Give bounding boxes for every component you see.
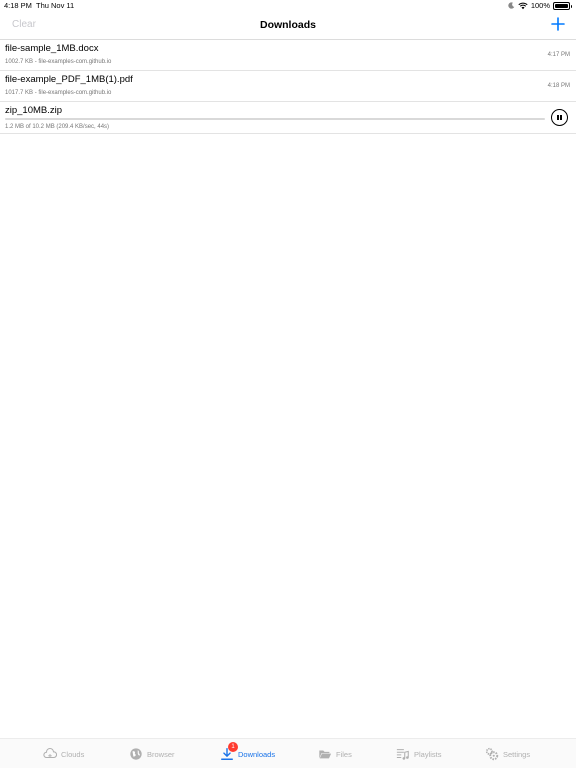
status-indicators: 100%: [508, 1, 572, 10]
tab-downloads[interactable]: 1 Downloads: [220, 742, 276, 761]
downloads-badge: 1: [228, 742, 238, 752]
tab-label: Playlists: [414, 749, 442, 759]
downloads-list: file-sample_1MB.docx 1002.7 KB - file-ex…: [0, 40, 576, 134]
status-bar: 4:18 PM Thu Nov 11 100%: [0, 0, 576, 12]
battery-icon: [553, 1, 572, 10]
downloads-screen: 4:18 PM Thu Nov 11 100% Clear Downloads …: [0, 0, 576, 768]
navigation-bar: Clear Downloads: [0, 12, 576, 40]
tab-bar: Clouds Browser 1 Downloads Files Playlis…: [0, 738, 576, 768]
download-time: 4:18 PM: [547, 83, 570, 89]
download-row-1[interactable]: file-example_PDF_1MB(1).pdf 1017.7 KB - …: [0, 71, 576, 102]
tab-label: Settings: [503, 749, 531, 759]
tab-label: Files: [336, 749, 352, 759]
download-detail: 1.2 MB of 10.2 MB (209.4 KB/sec, 44s): [5, 124, 110, 130]
cloud-icon: [43, 748, 57, 759]
download-progress-bar: [5, 118, 545, 120]
download-name: file-sample_1MB.docx: [5, 43, 99, 54]
moon-icon: [508, 2, 515, 9]
download-icon: 1: [220, 742, 238, 761]
tab-label: Clouds: [61, 749, 85, 759]
tab-label: Downloads: [238, 749, 276, 759]
pause-icon[interactable]: [551, 109, 568, 126]
page-title: Downloads: [259, 19, 316, 31]
tab-settings[interactable]: Settings: [485, 747, 530, 761]
tab-browser[interactable]: Browser: [129, 747, 175, 761]
tab-playlists[interactable]: Playlists: [396, 747, 442, 761]
status-time: 4:18 PM: [4, 1, 32, 10]
download-detail: 1002.7 KB - file-examples-com.github.io: [5, 59, 112, 65]
battery-percent: 100%: [530, 1, 550, 10]
download-time: 4:17 PM: [547, 52, 570, 58]
download-name: zip_10MB.zip: [5, 105, 63, 116]
download-row-0[interactable]: file-sample_1MB.docx 1002.7 KB - file-ex…: [0, 40, 576, 71]
folder-icon: [319, 750, 332, 759]
download-name: file-example_PDF_1MB(1).pdf: [5, 74, 133, 85]
plus-icon[interactable]: [550, 16, 566, 32]
wifi-icon: [518, 2, 528, 9]
tab-clouds[interactable]: Clouds: [43, 747, 84, 761]
gear-icon: [485, 747, 499, 761]
download-detail: 1017.7 KB - file-examples-com.github.io: [5, 90, 112, 96]
globe-icon: [130, 748, 142, 760]
playlist-icon: [396, 749, 409, 760]
tab-label: Browser: [147, 749, 175, 759]
tab-files[interactable]: Files: [318, 747, 352, 761]
active-download-row[interactable]: zip_10MB.zip 1.2 MB of 10.2 MB (209.4 KB…: [0, 102, 576, 134]
status-date: Thu Nov 11: [36, 1, 75, 10]
